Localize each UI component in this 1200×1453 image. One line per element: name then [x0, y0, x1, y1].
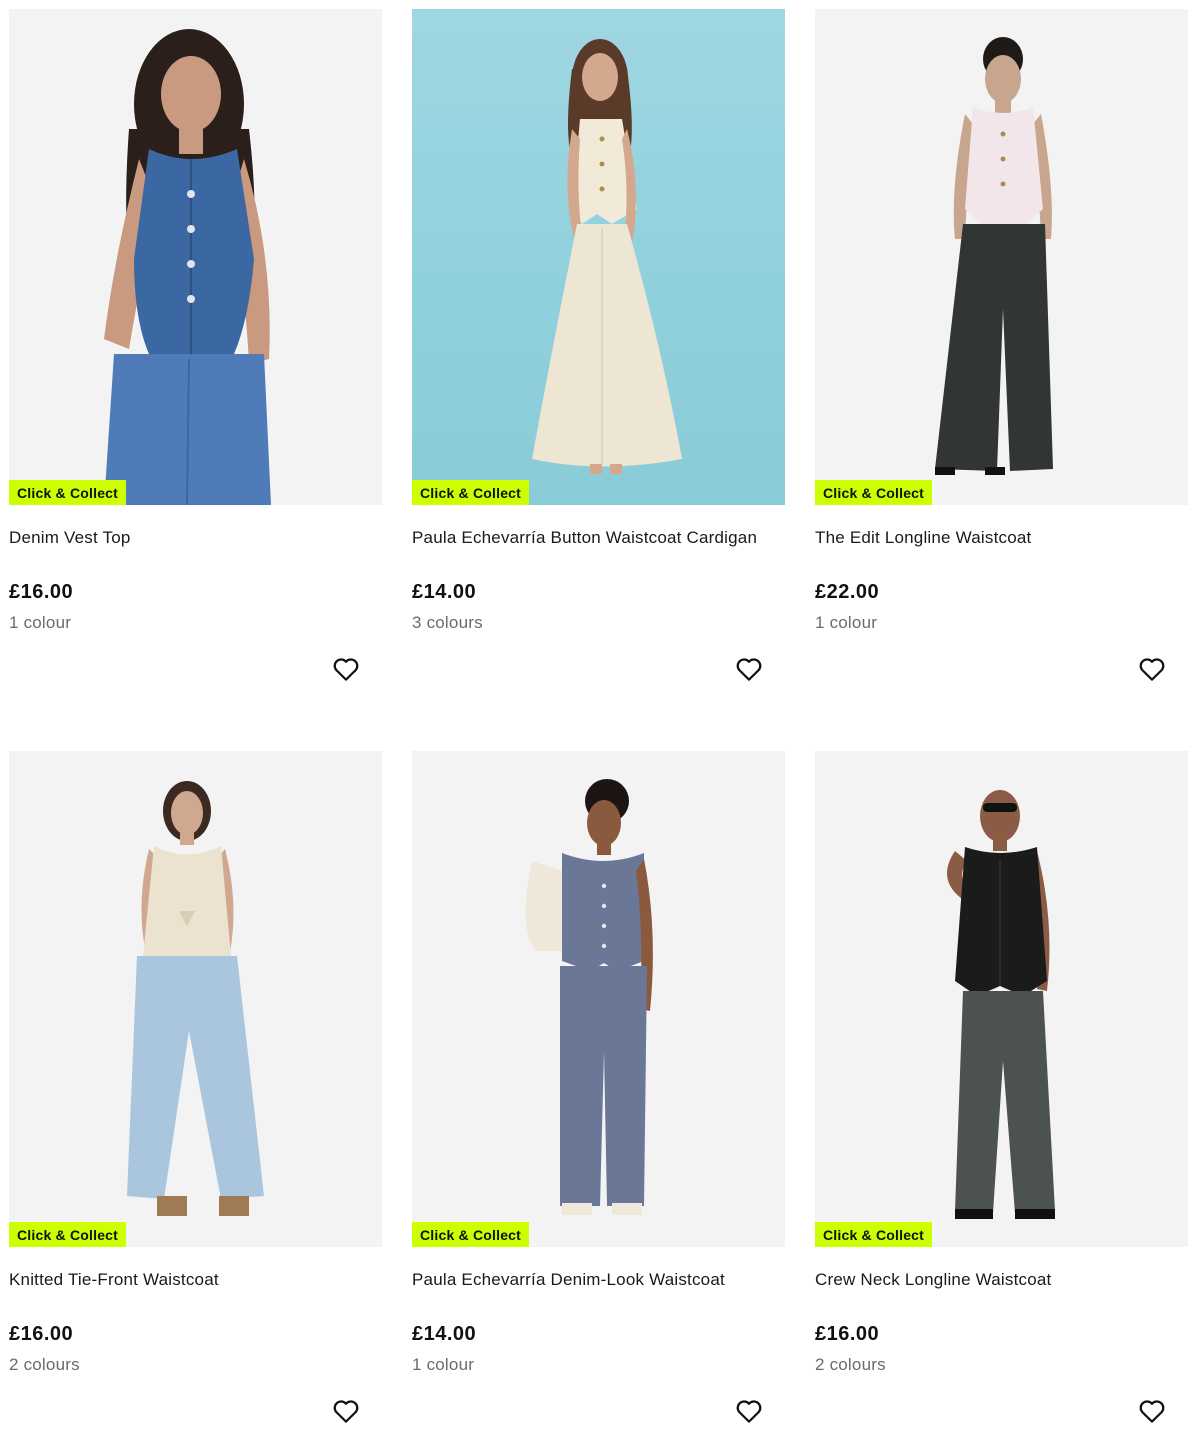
product-card[interactable]: Click & Collect The Edit Longline Waistc…	[815, 9, 1188, 709]
click-collect-badge: Click & Collect	[815, 480, 933, 505]
colour-count: 1 colour	[9, 613, 72, 632]
product-image[interactable]: Click & Collect	[412, 751, 785, 1247]
product-price: £16.00	[9, 1323, 74, 1345]
heart-outline-icon[interactable]	[1137, 654, 1167, 684]
product-name[interactable]: Crew Neck Longline Waistcoat	[815, 1270, 1051, 1290]
product-card[interactable]: Click & Collect Crew Neck Longline Waist…	[815, 751, 1188, 1451]
heart-outline-icon[interactable]	[734, 654, 764, 684]
product-card[interactable]: Click & Collect Denim Vest Top £16.00 1 …	[9, 9, 382, 709]
click-collect-badge: Click & Collect	[815, 1222, 933, 1247]
click-collect-badge: Click & Collect	[412, 1222, 530, 1247]
click-collect-badge: Click & Collect	[412, 480, 530, 505]
product-name[interactable]: Paula Echevarría Denim-Look Waistcoat	[412, 1270, 725, 1290]
product-grid: Click & Collect Denim Vest Top £16.00 1 …	[0, 0, 1200, 1453]
product-photo-crew-neck-waistcoat	[947, 790, 1055, 1219]
product-price: £14.00	[412, 1323, 477, 1345]
product-image[interactable]: Click & Collect	[9, 751, 382, 1247]
product-price: £16.00	[815, 1323, 880, 1345]
heart-outline-icon[interactable]	[734, 1396, 764, 1426]
product-name[interactable]: Denim Vest Top	[9, 528, 131, 548]
product-image[interactable]: Click & Collect	[412, 9, 785, 505]
product-photo-denim-look-waistcoat	[525, 779, 653, 1215]
product-price: £22.00	[815, 581, 880, 603]
product-price: £14.00	[412, 581, 477, 603]
colour-count: 1 colour	[412, 1355, 475, 1374]
product-name[interactable]: Paula Echevarría Button Waistcoat Cardig…	[412, 528, 757, 548]
product-card[interactable]: Click & Collect Paula Echevarría Button …	[412, 9, 785, 709]
product-image[interactable]: Click & Collect	[815, 9, 1188, 505]
heart-outline-icon[interactable]	[331, 654, 361, 684]
heart-outline-icon[interactable]	[331, 1396, 361, 1426]
product-name[interactable]: Knitted Tie-Front Waistcoat	[9, 1270, 219, 1290]
colour-count: 3 colours	[412, 613, 483, 632]
colour-count: 2 colours	[9, 1355, 80, 1374]
heart-outline-icon[interactable]	[1137, 1396, 1167, 1426]
product-photo-longline-waistcoat	[935, 37, 1053, 475]
colour-count: 1 colour	[815, 613, 878, 632]
product-price: £16.00	[9, 581, 74, 603]
click-collect-badge: Click & Collect	[9, 480, 127, 505]
product-photo-knitted-waistcoat	[127, 781, 264, 1216]
product-photo-button-waistcoat	[532, 39, 682, 474]
product-image[interactable]: Click & Collect	[9, 9, 382, 505]
product-photo-denim-vest	[104, 29, 271, 505]
colour-count: 2 colours	[815, 1355, 886, 1374]
product-card[interactable]: Click & Collect Knitted Tie-Front Waistc…	[9, 751, 382, 1451]
click-collect-badge: Click & Collect	[9, 1222, 127, 1247]
product-name[interactable]: The Edit Longline Waistcoat	[815, 528, 1031, 548]
product-image[interactable]: Click & Collect	[815, 751, 1188, 1247]
product-card[interactable]: Click & Collect Paula Echevarría Denim-L…	[412, 751, 785, 1451]
